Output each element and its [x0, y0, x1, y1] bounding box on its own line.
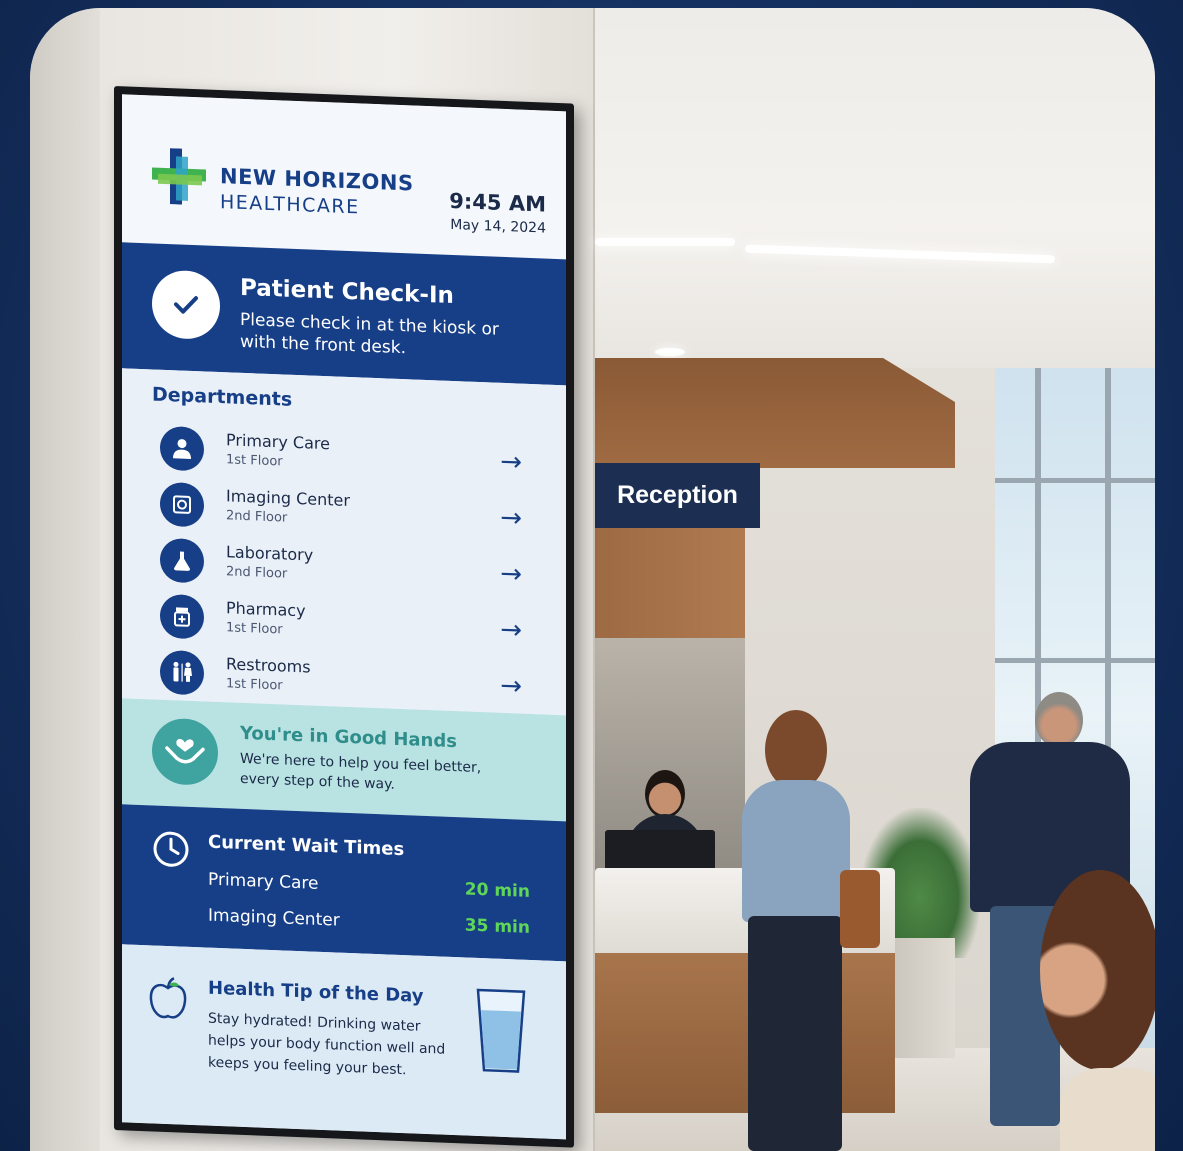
- checkin-banner: Patient Check-In Please check in at the …: [122, 242, 566, 386]
- wait-times-title: Current Wait Times: [208, 831, 405, 861]
- department-name: Imaging Center: [226, 486, 350, 511]
- wait-row-imaging-center: Imaging Center 35 min: [208, 906, 530, 938]
- reception-desk-front: [595, 953, 895, 1113]
- restroom-icon: [160, 649, 204, 696]
- apple-icon: [149, 977, 187, 1019]
- wood-canopy: [595, 358, 955, 468]
- departments-title: Departments: [152, 383, 293, 411]
- departments-section: Departments Primary Care 1st Floor → Ima…: [122, 368, 566, 716]
- wait-value: 35 min: [464, 915, 530, 938]
- signage-screen: NEW HORIZONS HEALTHCARE 9:45 AM May 14, …: [122, 94, 566, 1140]
- clock-date: May 14, 2024: [450, 216, 546, 237]
- checkin-title: Patient Check-In: [240, 274, 454, 310]
- wait-value: 20 min: [464, 879, 530, 902]
- department-name: Primary Care: [226, 430, 330, 454]
- checkin-subtitle: Please check in at the kiosk or with the…: [240, 309, 499, 359]
- department-row-imaging-center[interactable]: Imaging Center 2nd Floor →: [152, 479, 532, 544]
- ceiling-light: [595, 238, 735, 246]
- planter: [890, 938, 955, 1058]
- health-tip-body: Stay hydrated! Drinking water helps your…: [208, 1010, 446, 1079]
- department-name: Laboratory: [226, 542, 314, 565]
- department-name: Pharmacy: [226, 598, 306, 621]
- clock-time: 9:45 AM: [449, 188, 546, 217]
- flask-icon: [160, 537, 204, 584]
- department-floor: 1st Floor: [226, 676, 283, 694]
- water-glass-icon: [476, 988, 526, 1073]
- arrow-right-icon: →: [500, 502, 522, 534]
- medical-cross-logo-icon: [152, 148, 206, 205]
- wait-times-panel: Current Wait Times Primary Care 20 min I…: [122, 804, 566, 962]
- health-tip-title: Health Tip of the Day: [208, 977, 424, 1007]
- computer-monitor: [605, 830, 715, 872]
- arrow-right-icon: →: [500, 670, 522, 702]
- signage-display: NEW HORIZONS HEALTHCARE 9:45 AM May 14, …: [114, 86, 574, 1148]
- good-hands-banner: You're in Good Hands We're here to help …: [122, 698, 566, 822]
- clock-icon: [153, 831, 189, 867]
- brand-subtitle: HEALTHCARE: [220, 191, 360, 219]
- wait-row-primary-care: Primary Care 20 min: [208, 870, 530, 902]
- department-floor: 1st Floor: [226, 620, 283, 638]
- wood-panel: [595, 528, 745, 638]
- department-floor: 1st Floor: [226, 452, 283, 470]
- arrow-right-icon: →: [500, 558, 522, 590]
- arrow-right-icon: →: [500, 446, 522, 478]
- wait-label: Imaging Center: [208, 905, 340, 931]
- left-wall: [30, 8, 100, 1151]
- doctor-icon: [160, 425, 204, 472]
- department-floor: 2nd Floor: [226, 508, 288, 526]
- reception-sign: Reception: [595, 463, 760, 528]
- arrow-right-icon: →: [500, 614, 522, 646]
- checkmark-icon: [152, 269, 220, 341]
- display-header: NEW HORIZONS HEALTHCARE 9:45 AM May 14, …: [122, 94, 566, 260]
- department-row-pharmacy[interactable]: Pharmacy 1st Floor →: [152, 591, 532, 656]
- department-row-laboratory[interactable]: Laboratory 2nd Floor →: [152, 535, 532, 600]
- downlight: [655, 348, 685, 356]
- department-name: Restrooms: [226, 654, 311, 677]
- good-hands-title: You're in Good Hands: [240, 722, 457, 753]
- caring-hands-icon: [152, 717, 218, 786]
- wait-label: Primary Care: [208, 869, 319, 894]
- health-tip-panel: Health Tip of the Day Stay hydrated! Dri…: [122, 944, 566, 1140]
- brand-name: NEW HORIZONS: [220, 164, 414, 196]
- good-hands-subtitle: We're here to help you feel better, ever…: [240, 750, 482, 793]
- department-floor: 2nd Floor: [226, 564, 288, 582]
- pill-bottle-icon: [160, 593, 204, 640]
- ceiling: [595, 8, 1155, 368]
- department-row-primary-care[interactable]: Primary Care 1st Floor →: [152, 423, 532, 488]
- scanner-icon: [160, 481, 204, 528]
